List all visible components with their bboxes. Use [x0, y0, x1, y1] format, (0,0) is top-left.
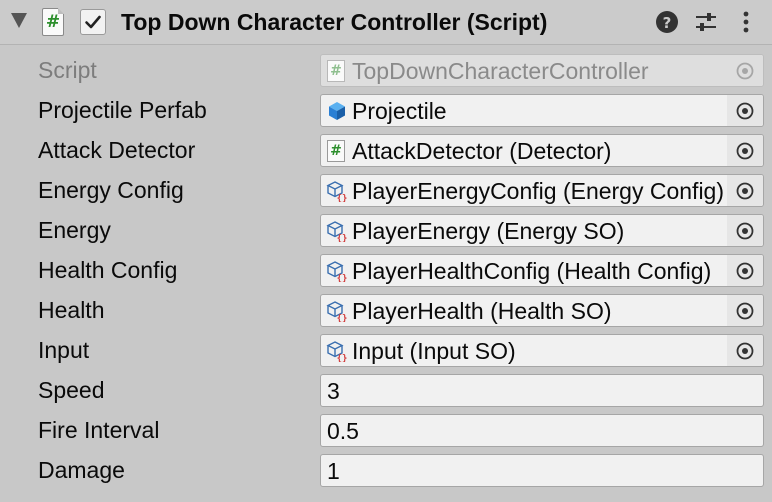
property-label: Input — [38, 337, 90, 363]
checkmark-icon — [85, 15, 101, 29]
svg-text:{}: {} — [337, 314, 348, 322]
script-icon: # — [327, 140, 345, 162]
help-icon[interactable]: ? — [653, 8, 681, 36]
input-object-field[interactable]: {} Input (Input SO) — [320, 334, 764, 367]
projectile-object-field[interactable]: Projectile — [320, 94, 764, 127]
property-row-script: Script # TopDownCharacterController — [0, 50, 772, 90]
energy-config-object-field[interactable]: {} PlayerEnergyConfig (Energy Config) — [320, 174, 764, 207]
object-picker-button[interactable] — [727, 95, 763, 126]
health-object-field[interactable]: {} PlayerHealth (Health SO) — [320, 294, 764, 327]
svg-text:{}: {} — [337, 194, 348, 202]
property-label: Attack Detector — [38, 137, 196, 163]
property-label: Energy Config — [38, 177, 184, 203]
property-row-health: Health {} PlayerHealth (Health SO) — [0, 290, 772, 330]
svg-text:?: ? — [663, 14, 672, 32]
scriptable-object-icon: {} — [326, 181, 348, 202]
inspector-component-panel: # Top Down Character Controller (Script)… — [0, 0, 772, 502]
health-config-object-field[interactable]: {} PlayerHealthConfig (Health Config) — [320, 254, 764, 287]
object-field-value: PlayerHealthConfig (Health Config) — [352, 258, 712, 284]
target-icon — [736, 342, 754, 360]
prefab-cube-icon — [329, 102, 345, 120]
scriptable-object-icon: {} — [326, 221, 348, 242]
component-header[interactable]: # Top Down Character Controller (Script)… — [0, 0, 772, 45]
object-picker-button[interactable] — [727, 295, 763, 326]
svg-text:{}: {} — [337, 274, 348, 282]
target-icon — [736, 102, 754, 120]
object-picker-button[interactable] — [727, 255, 763, 286]
property-row-input: Input {} Input (Input SO) — [0, 330, 772, 370]
svg-text:{}: {} — [337, 234, 348, 242]
target-icon — [736, 182, 754, 200]
presets-sliders-icon[interactable] — [692, 8, 720, 36]
target-icon — [736, 62, 754, 80]
scriptable-object-icon: {} — [326, 261, 348, 282]
object-field-value: Input (Input SO) — [352, 338, 516, 364]
property-label: Health — [38, 297, 105, 323]
scriptable-object-icon: {} — [326, 301, 348, 322]
property-row-attack-detector: Attack Detector # AttackDetector (Detect… — [0, 130, 772, 170]
object-picker-button — [727, 55, 763, 86]
object-picker-button[interactable] — [727, 175, 763, 206]
scriptable-object-icon: {} — [326, 341, 348, 362]
script-icon: # — [42, 8, 64, 36]
property-label: Script — [38, 57, 97, 83]
object-picker-button[interactable] — [727, 215, 763, 246]
object-field-value: PlayerHealth (Health SO) — [352, 298, 612, 324]
target-icon — [736, 302, 754, 320]
object-field-value: PlayerEnergy (Energy SO) — [352, 218, 625, 244]
script-icon: # — [327, 60, 345, 82]
property-row-damage: Damage 1 — [0, 450, 772, 490]
number-field-value: 1 — [327, 458, 340, 484]
target-icon — [736, 222, 754, 240]
fire-interval-number-field[interactable]: 0.5 — [320, 414, 764, 447]
kebab-menu-icon[interactable] — [732, 8, 760, 36]
object-field-value: Projectile — [352, 98, 447, 124]
object-field-value: AttackDetector (Detector) — [352, 138, 612, 164]
foldout-arrow-icon[interactable] — [11, 13, 27, 28]
property-row-speed: Speed 3 — [0, 370, 772, 410]
property-label[interactable]: Damage — [38, 456, 125, 484]
attack-detector-object-field[interactable]: # AttackDetector (Detector) — [320, 134, 764, 167]
damage-number-field[interactable]: 1 — [320, 454, 764, 487]
property-label: Health Config — [38, 257, 178, 283]
component-title: Top Down Character Controller (Script) — [121, 9, 548, 35]
property-row-energy: Energy {} PlayerEnergy (Energy SO) — [0, 210, 772, 250]
speed-number-field[interactable]: 3 — [320, 374, 764, 407]
target-icon — [736, 142, 754, 160]
svg-text:{}: {} — [337, 354, 348, 362]
property-row-energy-config: Energy Config {} PlayerEnergyConfig (Ene… — [0, 170, 772, 210]
number-field-value: 3 — [327, 378, 340, 404]
property-label[interactable]: Fire Interval — [38, 416, 159, 444]
property-label: Energy — [38, 217, 111, 243]
property-label[interactable]: Speed — [38, 376, 105, 404]
property-row-fire-interval: Fire Interval 0.5 — [0, 410, 772, 450]
energy-object-field[interactable]: {} PlayerEnergy (Energy SO) — [320, 214, 764, 247]
property-list: Script # TopDownCharacterController Proj… — [0, 50, 772, 490]
number-field-value: 0.5 — [327, 418, 359, 444]
target-icon — [736, 262, 754, 280]
property-row-health-config: Health Config {} PlayerHealthConfig (Hea… — [0, 250, 772, 290]
object-picker-button[interactable] — [727, 135, 763, 166]
object-field-value: TopDownCharacterController — [352, 58, 649, 84]
property-label: Projectile Perfab — [38, 97, 207, 123]
script-object-field: # TopDownCharacterController — [320, 54, 764, 87]
object-field-value: PlayerEnergyConfig (Energy Config) — [352, 178, 725, 204]
property-row-projectile-perfab: Projectile Perfab Projectile — [0, 90, 772, 130]
component-enabled-checkbox[interactable] — [80, 9, 106, 35]
object-picker-button[interactable] — [727, 335, 763, 366]
